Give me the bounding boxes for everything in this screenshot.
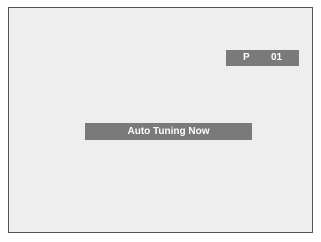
auto-tuning-status-banner: Auto Tuning Now — [85, 123, 252, 140]
channel-prefix-label: P — [243, 52, 250, 63]
status-message: Auto Tuning Now — [127, 126, 210, 137]
channel-indicator: P 01 — [226, 50, 299, 66]
tv-screen: P 01 Auto Tuning Now — [8, 7, 313, 233]
channel-number-label: 01 — [271, 52, 283, 63]
